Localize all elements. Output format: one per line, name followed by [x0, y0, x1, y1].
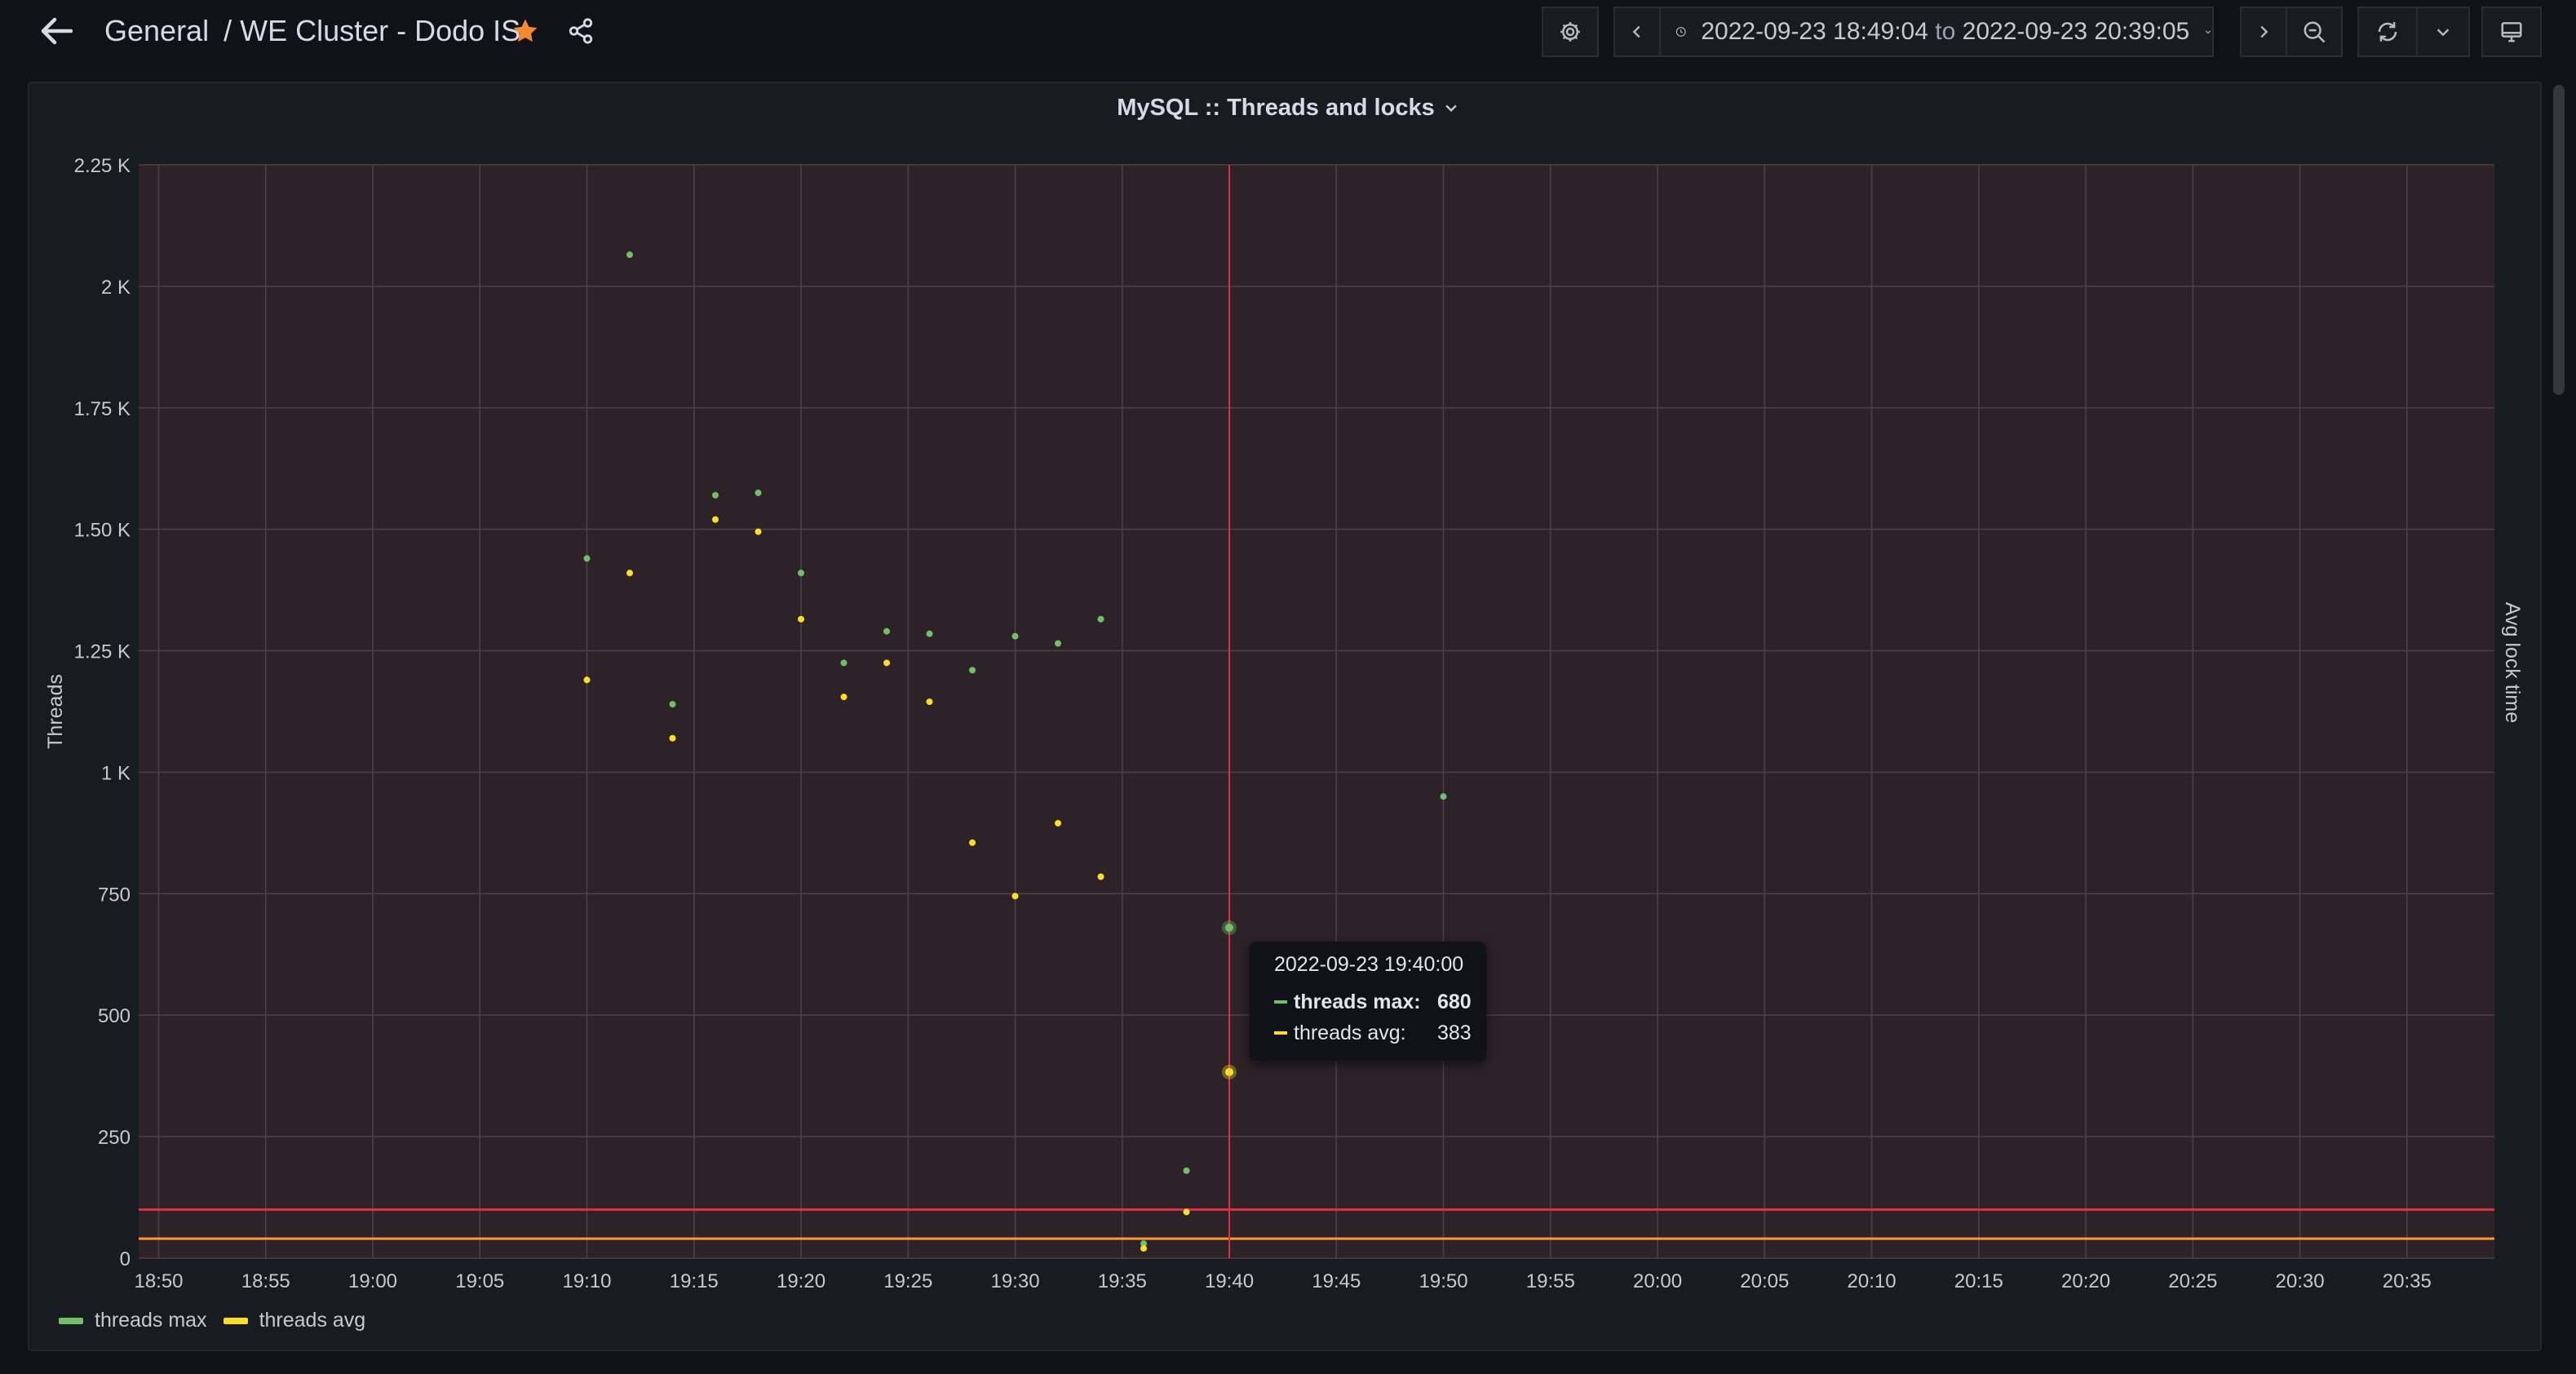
x-tick-label: 19:45: [1312, 1270, 1361, 1292]
data-point-threads-avg: [1011, 893, 1019, 900]
y-tick-label: 0: [120, 1248, 131, 1270]
y-tick-label: 1 K: [101, 762, 131, 784]
data-point-threads-max: [969, 667, 976, 674]
chart-area[interactable]: 0 250 500 750 1 K 1.25 K 1.50 K 1.75 K 2 K 2.25 K…: [0, 0, 2576, 1374]
x-tick-label: 20:25: [2168, 1270, 2217, 1292]
data-point-threads-max: [669, 701, 676, 708]
y-tick-label: 2 K: [101, 277, 131, 299]
data-point-threads-max: [840, 659, 848, 667]
data-point-threads-max: [798, 570, 805, 577]
data-point-threads-avg: [1183, 1208, 1190, 1216]
tooltip-time: 2022-09-23 19:40:00: [1274, 953, 1464, 976]
tooltip-swatch: [1274, 1031, 1287, 1035]
chart-legend: threads max threads avg: [59, 1309, 365, 1332]
x-tick-label: 19:50: [1419, 1270, 1468, 1292]
tooltip-label: threads avg:: [1294, 1021, 1406, 1044]
data-point-threads-max: [712, 491, 719, 499]
data-point-threads-avg: [626, 570, 634, 577]
data-point-threads-avg: [840, 694, 848, 701]
tooltip-value: 383: [1437, 1021, 1472, 1044]
data-point-threads-avg: [926, 698, 933, 706]
data-point-threads-avg: [883, 659, 891, 667]
x-tick-label: 19:55: [1526, 1270, 1575, 1292]
x-tick-label: 20:10: [1848, 1270, 1897, 1292]
y-tick-label: 750: [98, 884, 131, 906]
data-point-threads-max: [1183, 1167, 1190, 1174]
data-point-threads-max: [1225, 924, 1234, 933]
x-tick-label: 20:15: [1954, 1270, 2003, 1292]
x-tick-label: 19:35: [1098, 1270, 1147, 1292]
x-tick-label: 20:05: [1740, 1270, 1789, 1292]
legend-swatch: [223, 1317, 248, 1324]
legend-label: threads max: [95, 1309, 207, 1332]
data-point-threads-avg: [669, 734, 676, 742]
tooltip-value: 680: [1437, 990, 1472, 1013]
x-tick-label: 20:35: [2383, 1270, 2432, 1292]
data-point-threads-max: [883, 627, 891, 635]
x-tick-label: 19:15: [670, 1270, 719, 1292]
x-tick-label: 18:55: [241, 1270, 290, 1292]
legend-item-threads-avg[interactable]: threads avg: [223, 1309, 366, 1332]
data-point-threads-max: [926, 630, 933, 637]
data-point-threads-avg: [1140, 1245, 1148, 1252]
legend-label: threads avg: [259, 1309, 366, 1332]
data-point-threads-max: [755, 490, 762, 496]
data-point-threads-max: [1055, 640, 1062, 647]
legend-item-threads-max[interactable]: threads max: [59, 1309, 207, 1332]
x-tick-label: 18:50: [134, 1270, 183, 1292]
tooltip-label: threads max:: [1294, 990, 1421, 1013]
data-point-threads-avg: [1055, 819, 1062, 827]
data-point-threads-avg: [798, 615, 805, 623]
x-tick-label: 19:10: [562, 1270, 611, 1292]
y2-axis-label: Avg lock time: [2501, 602, 2524, 723]
y-tick-label: 500: [98, 1005, 131, 1027]
scrollbar[interactable]: [2553, 85, 2565, 395]
hover-tooltip: 2022-09-23 19:40:00 threads max: 680 thr…: [1250, 942, 1486, 1061]
x-tick-label: 19:05: [455, 1270, 504, 1292]
tooltip-swatch: [1274, 1000, 1287, 1004]
plot-background: [139, 165, 2494, 1258]
x-tick-label: 19:20: [777, 1270, 825, 1292]
x-tick-label: 20:20: [2061, 1270, 2110, 1292]
data-point-threads-avg: [712, 516, 719, 523]
x-tick-label: 19:30: [990, 1270, 1039, 1292]
data-point-threads-max: [1097, 615, 1104, 623]
x-tick-label: 19:25: [883, 1270, 932, 1292]
y-tick-label: 1.75 K: [74, 398, 131, 420]
data-point-threads-max: [626, 251, 634, 259]
tooltip-row-threads-avg: threads avg: 383: [1274, 1017, 1486, 1048]
data-point-threads-max: [583, 555, 591, 562]
data-point-threads-max: [1011, 632, 1019, 640]
x-tick-label: 20:30: [2276, 1270, 2325, 1292]
tooltip-row-threads-max: threads max: 680: [1274, 986, 1486, 1017]
y-tick-label: 2.25 K: [74, 155, 131, 177]
data-point-threads-avg: [1097, 873, 1104, 880]
data-point-threads-avg: [755, 528, 762, 535]
x-tick-label: 20:00: [1633, 1270, 1682, 1292]
x-tick-label: 19:00: [348, 1270, 397, 1292]
y-tick-label: 1.50 K: [74, 520, 131, 542]
legend-swatch: [59, 1317, 83, 1324]
y-tick-label: 1.25 K: [74, 641, 131, 663]
data-point-threads-avg: [1225, 1067, 1234, 1076]
x-tick-label: 19:40: [1205, 1270, 1254, 1292]
data-point-threads-avg: [969, 839, 976, 846]
data-point-threads-avg: [583, 676, 591, 684]
y-axis-label: Threads: [44, 674, 67, 749]
y-tick-label: 250: [98, 1127, 131, 1149]
data-point-threads-max: [1440, 793, 1447, 800]
